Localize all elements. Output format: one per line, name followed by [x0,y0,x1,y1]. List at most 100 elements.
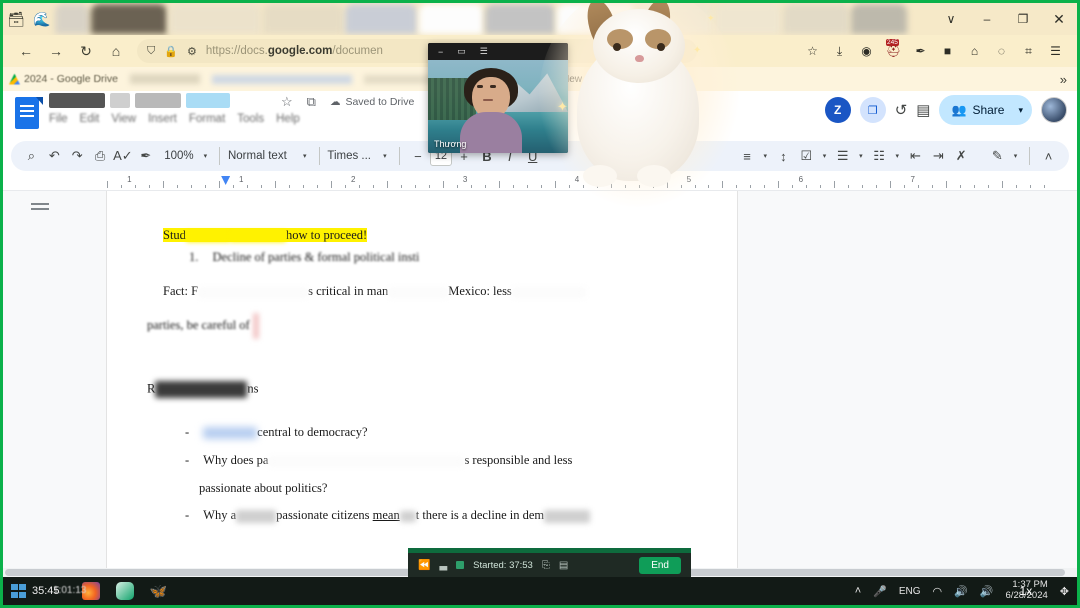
restore-icon[interactable]: ▭ [457,46,466,57]
document-ruler[interactable]: 1 1 2 3 4 5 6 7 [3,175,1077,191]
browser-tab[interactable] [485,4,555,34]
bookmarks-overflow-icon[interactable]: » [1060,72,1071,87]
share-button[interactable]: 👥 Share [939,95,1017,125]
browser-tab[interactable] [419,4,483,34]
language-indicator[interactable]: ENG [899,586,921,597]
previous-icon[interactable]: ⏪ [418,560,430,571]
menu-item-file[interactable]: File [49,113,68,125]
menu-item-insert[interactable]: Insert [148,113,177,125]
numbered-list-icon[interactable]: ☷ [869,143,890,169]
screenshot-icon[interactable]: ⎘ [542,560,550,571]
zoom-level-value[interactable]: 100% [158,150,197,162]
volume-icon[interactable]: 🔊 [954,585,968,598]
decrease-indent-icon[interactable]: ⇤ [905,143,926,169]
menu-item-tools[interactable]: Tools [237,113,264,125]
browser-tab[interactable] [851,4,907,34]
align-icon[interactable]: ≡ [737,143,758,169]
collaborator-avatar[interactable]: Z [824,97,851,123]
ublock-extension-icon[interactable]: ✒ [907,38,934,64]
taskbar-timer-widget[interactable]: 35:45 1:01:13 [11,584,86,598]
comments-icon[interactable]: ▤ [916,101,930,119]
document-outline-icon[interactable] [31,203,51,219]
checklist-caret-icon[interactable]: ▾ [819,152,831,160]
end-meeting-button[interactable]: End [639,556,681,574]
document-page[interactable]: Stud how to proceed! 1. Decline of partie… [107,191,737,577]
speaker-icon[interactable]: 🔊 [980,585,994,598]
zoom-dropdown-caret-icon[interactable]: ▾ [200,152,212,160]
bullet-caret-icon[interactable]: ▾ [855,152,867,160]
bookmark-item[interactable] [211,74,352,84]
saved-to-drive-status[interactable]: ☁ Saved to Drive [330,96,414,108]
expand-icon[interactable]: ✥ [1060,585,1069,598]
minimize-button[interactable]: – [969,3,1005,35]
share-dropdown-caret-icon[interactable]: ▾ [1016,95,1032,125]
browser-tab[interactable] [715,4,781,34]
user-avatar[interactable] [1041,97,1067,123]
bookmark-item[interactable] [129,74,200,84]
lock-icon[interactable]: 🔒 [164,45,178,58]
undo-icon[interactable]: ↶ [44,143,65,169]
reload-icon[interactable]: ↻ [71,38,101,64]
browser-tab[interactable] [783,4,849,34]
spellcheck-icon[interactable]: A✓ [113,143,134,169]
browser-tab[interactable] [637,4,713,34]
bookmark-item-drive[interactable]: 2024 - Google Drive [9,73,118,85]
star-icon[interactable]: ☆ [281,94,293,110]
close-button[interactable]: ✕ [1041,3,1077,35]
numlist-caret-icon[interactable]: ▾ [892,152,904,160]
grammar-extension-icon[interactable]: ⛑ 245 [880,38,907,64]
shield-icon[interactable]: ⛉ [147,45,155,58]
menu-item-edit[interactable]: Edit [80,113,100,125]
browser-tab-active[interactable] [557,4,635,34]
increase-indent-icon[interactable]: ⇥ [928,143,949,169]
menu-item-help[interactable]: Help [276,113,300,125]
microphone-icon[interactable]: 🎤 [873,585,887,598]
redo-icon[interactable]: ↷ [67,143,88,169]
version-history-icon[interactable]: ↺ [895,101,908,119]
clock-widget[interactable]: 1:37 PM 6/28/2024 1x [1006,579,1048,602]
present-icon[interactable]: ❐ [859,97,886,123]
browser-menu-icon[interactable]: ☰ [1042,38,1069,64]
minimize-icon[interactable]: − [438,47,443,57]
windows-start-icon[interactable] [11,584,26,598]
print-icon[interactable]: ⎙ [90,143,111,169]
address-bar[interactable]: ⛉ 🔒 ⚙ https://docs.google.com/documen [137,39,697,63]
webcam-window[interactable]: − ▭ ☰ Thương [428,43,568,153]
chat-icon[interactable]: ▤ [559,560,568,571]
editing-mode-pencil-icon[interactable]: ✎ [987,143,1008,169]
firefox-view-icon[interactable]: 🌊 [29,12,55,26]
tab-overflow-chevron-down-icon[interactable]: ∨ [933,3,969,35]
tray-chevron-up-icon[interactable]: ˄ [855,585,861,597]
browser-tab[interactable] [345,4,417,34]
decrease-font-size-button[interactable]: − [407,143,428,169]
forward-icon[interactable]: → [41,38,71,64]
browser-tab[interactable] [91,4,167,34]
indent-marker[interactable] [221,176,231,185]
back-icon[interactable]: ← [11,38,41,64]
search-icon[interactable]: ⌕ [21,143,42,169]
translate-extension-icon[interactable]: ◌ [988,38,1015,64]
downloads-icon[interactable]: ⤓ [826,38,853,64]
paint-format-icon[interactable]: ✒ [135,143,156,169]
tracker-settings-icon[interactable]: ⚙ [187,45,197,58]
menu-item-view[interactable]: View [111,113,136,125]
tab-list-icon[interactable]: 🗃 [3,12,29,26]
document-title-row[interactable] [49,93,235,108]
bird-taskbar-icon[interactable]: 🦋 [150,582,168,600]
wifi-icon[interactable]: ◠ [933,585,943,598]
paragraph-style-value[interactable]: Normal text [228,150,297,162]
browser-tab[interactable] [263,4,343,34]
align-caret-icon[interactable]: ▾ [759,152,771,160]
browser-tab[interactable] [55,4,89,34]
adblock-extension-icon[interactable]: ■ [934,38,961,64]
checklist-icon[interactable]: ☑ [796,143,817,169]
editing-mode-caret-icon[interactable]: ▾ [1010,152,1022,160]
maximize-button[interactable]: ❐ [1005,3,1041,35]
home-icon[interactable]: ⌂ [101,38,131,64]
browser-tab[interactable] [169,4,261,34]
style-dropdown-caret-icon[interactable]: ▾ [299,152,311,160]
bulleted-list-icon[interactable]: ☰ [832,143,853,169]
zalo-taskbar-icon[interactable] [115,582,134,600]
clear-formatting-icon[interactable]: ✗ [951,143,972,169]
font-dropdown-caret-icon[interactable]: ▾ [379,152,391,160]
